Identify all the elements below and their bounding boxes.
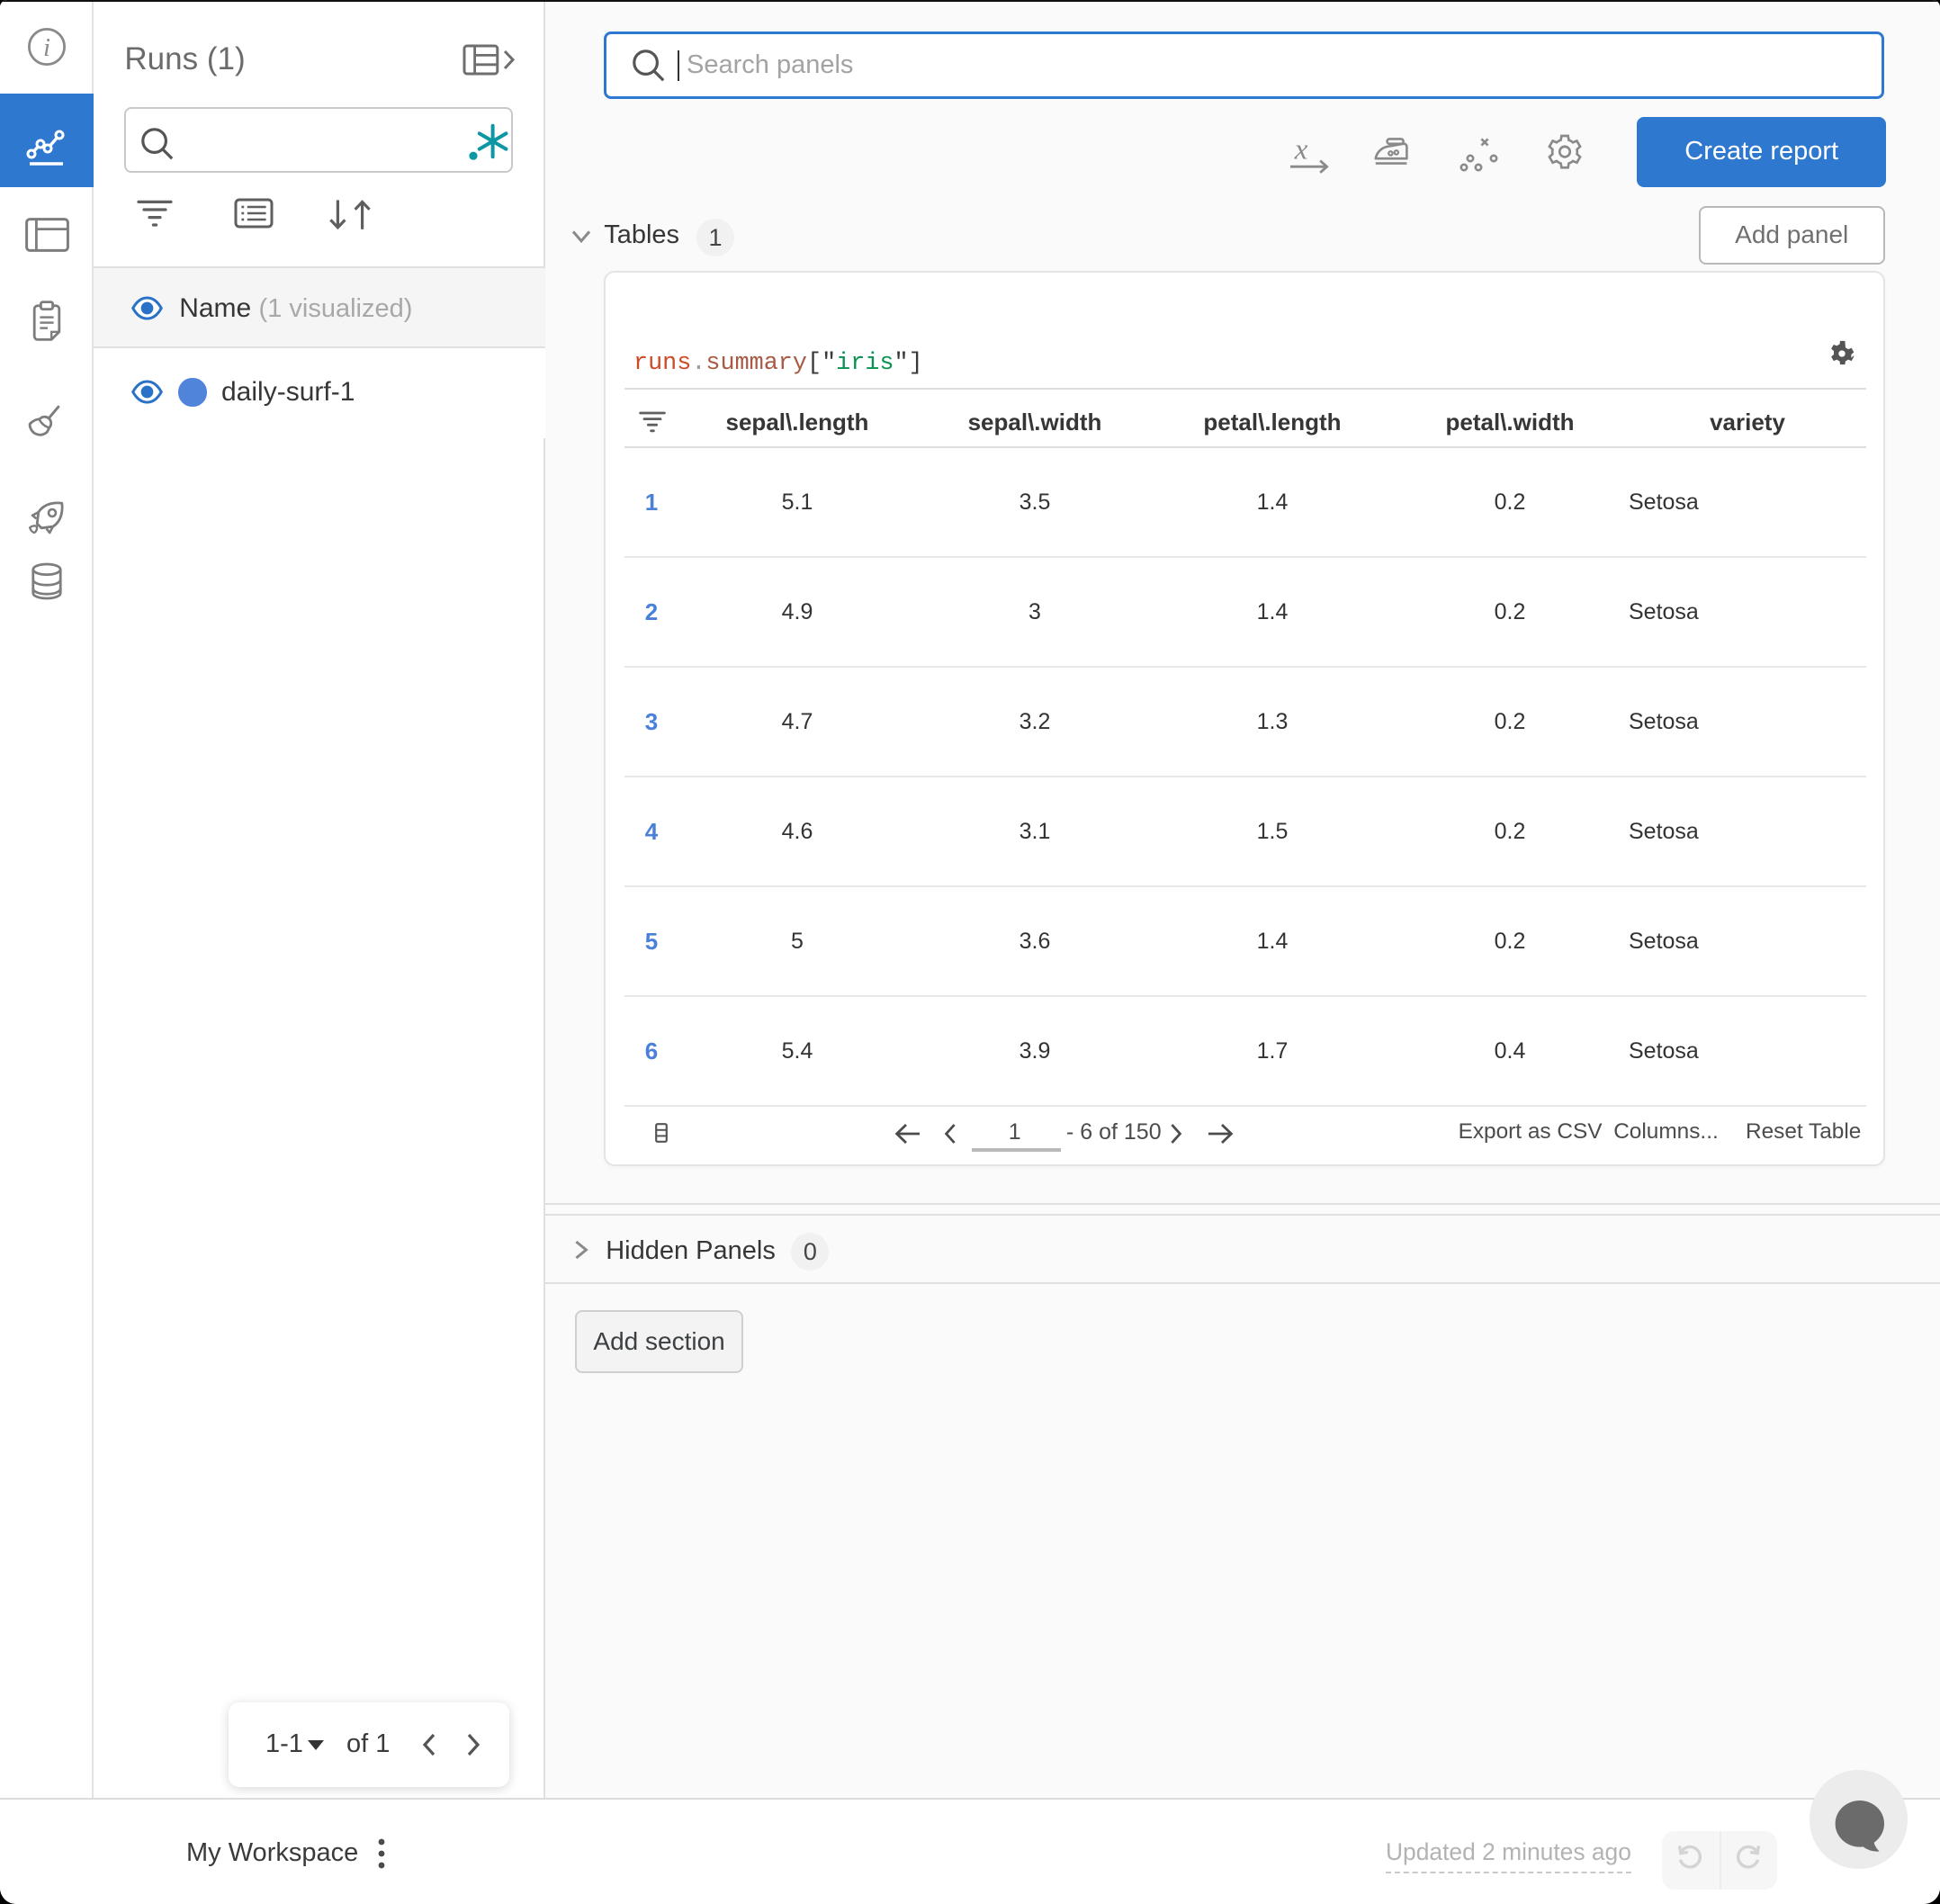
svg-text:x: x <box>1294 133 1308 166</box>
svg-text:i: i <box>43 33 50 62</box>
